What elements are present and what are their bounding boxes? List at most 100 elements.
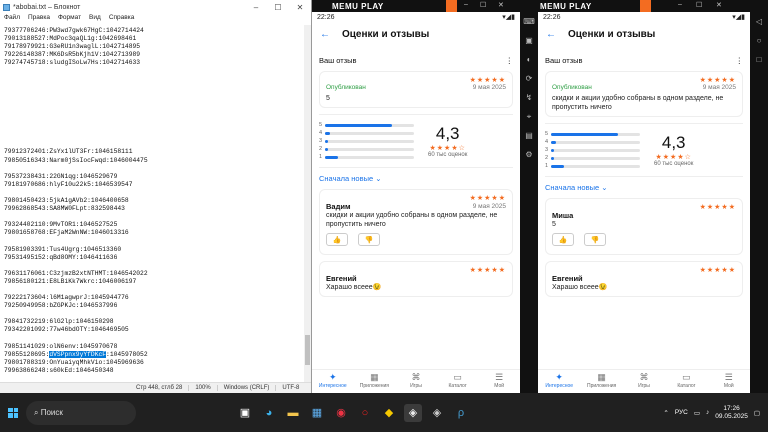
text-line xyxy=(4,140,307,148)
sort-dropdown[interactable]: Сначала новые ⌄ xyxy=(319,174,513,183)
back-icon[interactable]: ◁ xyxy=(750,12,768,31)
rating-bar: 4 xyxy=(545,138,640,146)
rating-bar: 5 xyxy=(545,130,640,138)
text-line xyxy=(4,132,307,140)
signal-icon: ▾◢▮ xyxy=(732,14,745,21)
chevron-up-icon[interactable]: ⌃ xyxy=(663,409,668,417)
menu-view[interactable]: Вид xyxy=(89,14,101,25)
volume-icon[interactable]: ◐ xyxy=(520,50,538,69)
menu-edit[interactable]: Правка xyxy=(28,14,50,25)
minimize-icon[interactable]: – xyxy=(464,1,468,8)
nav-games[interactable]: ⌘ Игры xyxy=(395,370,437,393)
published-label: Опубликован xyxy=(552,84,592,91)
explorer-icon[interactable]: ▬ xyxy=(284,404,302,422)
back-arrow-icon[interactable]: ← xyxy=(546,29,556,40)
page-title: Оценки и отзывы xyxy=(568,28,656,40)
search-box[interactable]: ⌕ Поиск xyxy=(26,400,136,425)
maximize-icon[interactable]: ☐ xyxy=(480,1,486,9)
menu-help[interactable]: Справка xyxy=(109,14,135,25)
notepad-statusbar: Стр 448, стлб 28 100% Windows (CRLF) UTF… xyxy=(0,382,311,393)
back-arrow-icon[interactable]: ← xyxy=(320,29,330,40)
task-view-icon[interactable]: ▣ xyxy=(236,404,254,422)
text-line xyxy=(4,237,307,245)
more-icon[interactable]: ⋮ xyxy=(736,56,744,65)
menu-file[interactable]: Файл xyxy=(4,14,20,25)
dislike-button[interactable]: 👎 xyxy=(358,233,380,246)
like-button[interactable]: 👍 xyxy=(552,233,574,246)
nav-apps[interactable]: ▦ Приложения xyxy=(354,370,396,393)
average-score: 4,3 xyxy=(435,124,460,143)
notepad-icon xyxy=(3,3,10,11)
nav-interesting[interactable]: ✦ Интересное xyxy=(312,370,354,393)
text-line: 79856180121:E8LBiKk7Wkrc:1046006197 xyxy=(4,277,137,285)
dislike-button[interactable]: 👎 xyxy=(584,233,606,246)
emulator-window-2: MEMU PLAY – ☐ ✕ ⌨ ▣ ◐ ⟳ ↯ ⌖ ▤ ⚙ 22:26 ▾◢▮ ← Оц… xyxy=(520,0,768,393)
minimize-button[interactable]: – xyxy=(245,3,267,12)
network-icon[interactable]: ▭ xyxy=(694,409,700,417)
my-review-text: скидки и акции удобно собраны в одном ра… xyxy=(552,95,724,111)
nav-apps[interactable]: ▦ Приложения xyxy=(580,370,622,393)
review-text: Харашо всеее😉 xyxy=(552,284,608,291)
nav-my[interactable]: ☰ Мой xyxy=(708,370,750,393)
close-button[interactable]: ✕ xyxy=(289,3,311,12)
reviewer-name: Вадим xyxy=(326,202,351,211)
shake-icon[interactable]: ↯ xyxy=(520,88,538,107)
menu-icon: ☰ xyxy=(495,372,504,382)
review-stars: ★★★★★ xyxy=(469,267,506,274)
home-icon[interactable]: ○ xyxy=(750,31,768,50)
emulator-menu-button[interactable] xyxy=(446,0,457,12)
settings-icon[interactable]: ⚙ xyxy=(520,145,538,164)
chrome-icon[interactable]: ◉ xyxy=(332,404,350,422)
emulator-menu-button[interactable] xyxy=(640,0,651,12)
maximize-button[interactable]: ☐ xyxy=(267,3,289,12)
close-icon[interactable]: ✕ xyxy=(716,1,722,9)
text-line: 79226148387:MK6DsR5bKjh1V:1042713989 xyxy=(4,51,141,59)
volume-icon[interactable]: ♪ xyxy=(706,409,709,416)
nav-games[interactable]: ⌘ Игры xyxy=(623,370,665,393)
review-card: ★★★★★ Вадим 9 мая 2025 скидки и акции удо… xyxy=(319,189,513,255)
app-icon[interactable]: ◆ xyxy=(380,404,398,422)
nav-catalog[interactable]: ▭ Каталог xyxy=(665,370,707,393)
star-icon: ✦ xyxy=(329,372,337,382)
close-icon[interactable]: ✕ xyxy=(498,1,504,9)
clock[interactable]: 17:26 09.05.2025 xyxy=(715,405,748,421)
reviewer-name: Евгений xyxy=(552,274,583,283)
edge-icon[interactable]: ◕ xyxy=(260,404,278,422)
minimize-icon[interactable]: – xyxy=(678,1,682,8)
memu-icon[interactable]: ◈ xyxy=(404,403,422,422)
apk-icon[interactable]: ▤ xyxy=(520,126,538,145)
more-icon[interactable]: ⋮ xyxy=(506,56,514,65)
your-review-heading: Ваш отзыв xyxy=(319,56,357,65)
maximize-icon[interactable]: ☐ xyxy=(696,1,702,9)
notepad-menu: Файл Правка Формат Вид Справка xyxy=(0,14,311,25)
review-text: 5 xyxy=(552,221,556,228)
my-review-stars: ★★★★★ xyxy=(469,77,506,84)
language-indicator[interactable]: РУС xyxy=(675,409,688,416)
my-review-date: 9 мая 2025 xyxy=(472,84,506,91)
nav-interesting[interactable]: ✦ Интересное xyxy=(538,370,580,393)
grid-icon: ▦ xyxy=(597,372,606,382)
phone-screen: 22:26 ▾◢▮ ← Оценки и отзывы Ваш отзыв ⋮ ★★★… xyxy=(312,12,520,393)
nav-catalog[interactable]: ▭ Каталог xyxy=(437,370,479,393)
sort-dropdown[interactable]: Сначала новые ⌄ xyxy=(545,183,743,192)
location-icon[interactable]: ⌖ xyxy=(520,107,538,126)
text-line: 79342201092:77w46bdOTY:1046469505 xyxy=(4,326,129,334)
keyboard-icon[interactable]: ⌨ xyxy=(520,12,538,31)
vertical-scrollbar[interactable] xyxy=(304,25,311,382)
text-line xyxy=(4,84,307,92)
notepad-text-area[interactable]: 79377706246:PW3wd7gwk67HgC:1042714424 790… xyxy=(0,25,311,382)
store-icon[interactable]: ▦ xyxy=(308,404,326,422)
menu-format[interactable]: Формат xyxy=(58,14,81,25)
app-p-icon[interactable]: ρ xyxy=(452,404,470,422)
text-line xyxy=(4,310,307,318)
nav-my[interactable]: ☰ Мой xyxy=(478,370,520,393)
text-line: 79581903391:Tus4Ugrg:1046513360 xyxy=(4,245,122,253)
opera-icon[interactable]: ○ xyxy=(356,404,374,422)
windows-start-icon[interactable] xyxy=(8,407,18,418)
notification-icon[interactable]: ▢ xyxy=(754,409,760,417)
rotate-icon[interactable]: ⟳ xyxy=(520,69,538,88)
memu-multi-icon[interactable]: ◈ xyxy=(428,404,446,422)
recent-icon[interactable]: □ xyxy=(750,50,768,69)
like-button[interactable]: 👍 xyxy=(326,233,348,246)
screenshot-icon[interactable]: ▣ xyxy=(520,31,538,50)
